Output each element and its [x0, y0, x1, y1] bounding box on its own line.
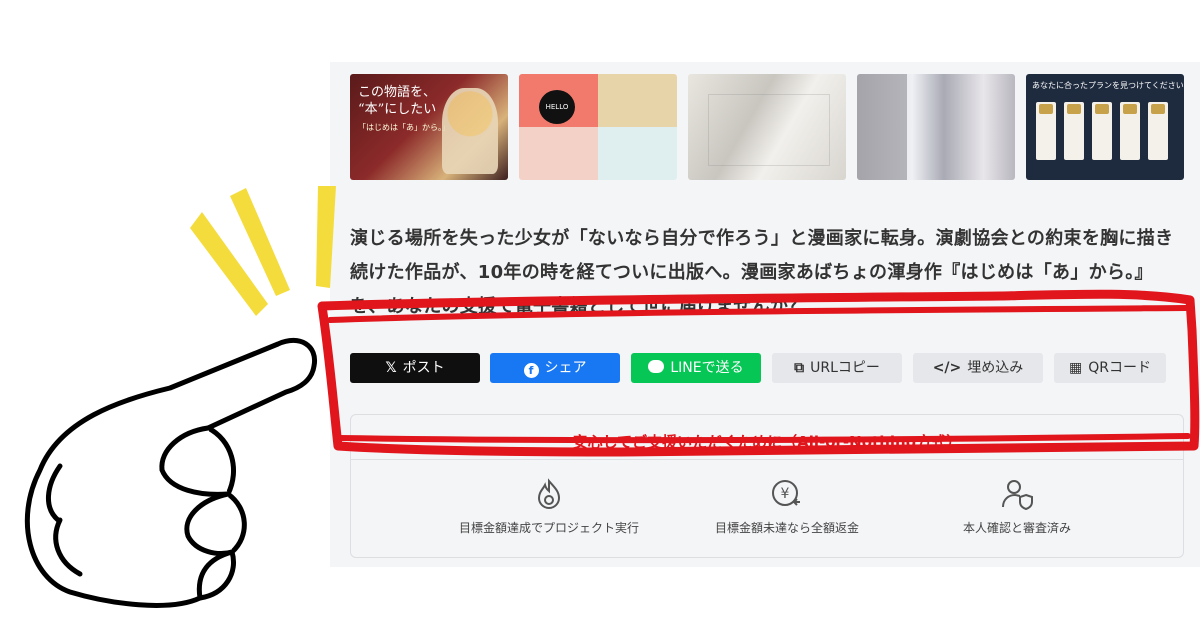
embed-button[interactable]: </> 埋め込み [913, 353, 1043, 383]
illustration-panel: HELLO [519, 74, 598, 127]
drawing-photo [857, 74, 907, 180]
flame-icon [439, 477, 659, 511]
assurance-item: ¥ 目標金額未達なら全額返金 [677, 477, 897, 536]
illustration-panel [598, 127, 677, 180]
assurance-item: 本人確認と審査済み [907, 477, 1127, 536]
plan-card [1092, 102, 1112, 160]
plan-card [1120, 102, 1140, 160]
embed-label: 埋め込み [967, 360, 1024, 376]
drawing-photo [708, 94, 830, 166]
url-copy-label: URLコピー [810, 360, 880, 376]
character-illustration [442, 88, 498, 174]
thumbnail-4[interactable] [857, 74, 1015, 180]
thumbnail-3[interactable] [688, 74, 846, 180]
emphasis-marks [190, 186, 336, 316]
thumbnail-2[interactable]: HELLO [519, 74, 677, 180]
svg-text:¥: ¥ [781, 486, 790, 502]
line-send-button[interactable]: LINEで送る [631, 353, 761, 383]
plan-card [1148, 102, 1168, 160]
copy-icon: ⧉ [794, 360, 805, 376]
assurance-label: 目標金額達成でプロジェクト実行 [458, 521, 639, 535]
assurance-label: 目標金額未達なら全額返金 [714, 521, 859, 535]
assurance-title: 安心してご支援いただくために（All-or-Nothing方式） [572, 433, 962, 451]
facebook-share-button[interactable]: f シェア [490, 353, 620, 383]
illustration-panel [598, 74, 677, 127]
url-copy-button[interactable]: ⧉ URLコピー [772, 353, 902, 383]
facebook-icon: f [523, 363, 539, 378]
plan-title: あなたに合ったプランを見つけてください [1032, 81, 1184, 90]
qr-label: QRコード [1088, 360, 1151, 376]
verified-user-icon [907, 477, 1127, 511]
share-label: シェア [544, 360, 587, 376]
plan-card [1064, 102, 1084, 160]
illustration-panel [519, 127, 598, 180]
line-icon [648, 360, 665, 373]
yen-refund-icon: ¥ [677, 477, 897, 511]
line-label: LINEで送る [670, 360, 744, 376]
assurance-label: 本人確認と審査済み [962, 521, 1071, 535]
qr-code-button[interactable]: ▦ QRコード [1054, 353, 1166, 383]
hello-shirt: HELLO [539, 90, 575, 124]
assurance-box: 安心してご支援いただくために（All-or-Nothing方式） 目標金額達成で… [350, 414, 1184, 558]
thumbnail-5[interactable]: あなたに合ったプランを見つけてください [1026, 74, 1184, 180]
thumbnail-gallery: この物語を、 “本”にしたい 「はじめは「あ」から。」 HELLO あなたに合っ… [350, 74, 1200, 180]
qr-icon: ▦ [1069, 360, 1083, 376]
pointing-hand-illustration [24, 186, 336, 608]
plan-card [1036, 102, 1056, 160]
code-icon: </> [932, 360, 962, 376]
divider [351, 459, 1183, 460]
project-description: 演じる場所を失った少女が「ないなら自分で作ろう」と漫画家に転身。演劇協会との約束… [350, 228, 1174, 317]
assurance-item: 目標金額達成でプロジェクト実行 [439, 477, 659, 536]
